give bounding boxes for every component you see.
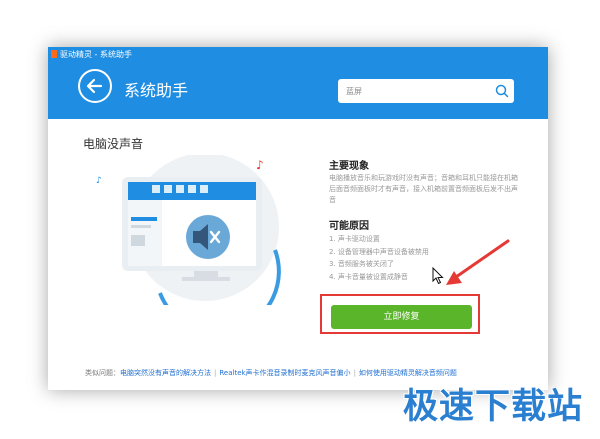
phenomenon-text: 电脑播放音乐和玩游戏时没有声音；音箱和耳机只能接在机箱后面音频面板时才有声音，接… <box>329 174 518 204</box>
link-separator: | <box>214 369 217 377</box>
app-logo-icon <box>51 50 57 58</box>
list-item: 3. 音频服务被关闭了 <box>329 260 394 268</box>
title-bar: 驱动精灵 - 系统助手 <box>51 49 132 60</box>
causes-heading: 可能原因 <box>329 221 369 232</box>
annotation-arrow-icon <box>446 239 510 285</box>
list-item: 4. 声卡音量被设置成静音 <box>329 272 408 281</box>
related-link[interactable]: 电脑突然没有声音的解决方法 <box>120 369 211 377</box>
music-note-icon: ♪ <box>256 158 264 172</box>
arrow-left-icon <box>86 78 103 94</box>
music-note-icon: ♪ <box>96 176 102 186</box>
search-icon[interactable] <box>494 83 510 99</box>
fix-now-button[interactable]: 立即修复 <box>331 305 472 329</box>
phenomenon-heading: 主要现象 <box>329 161 369 172</box>
search-placeholder: 蓝屏 <box>346 87 362 96</box>
app-window: 驱动精灵 - 系统助手 系统助手 蓝屏 电脑没声音 ♪ ♪ 主要现象 电脑播放音… <box>48 47 548 390</box>
causes-list: 1. 声卡驱动设置 2. 设备管理器中声音设备被禁用 3. 音频服务被关闭了 4… <box>329 233 429 283</box>
related-issues: 类似问题：电脑突然没有声音的解决方法 | Realtek声卡作混音录制时麦克风声音偏… <box>85 368 457 378</box>
mouse-cursor-icon <box>432 267 444 285</box>
link-separator: | <box>353 369 356 377</box>
page-title: 系统助手 <box>124 81 189 100</box>
no-sound-illustration: ♪ ♪ <box>96 155 281 305</box>
back-button[interactable] <box>78 69 112 103</box>
window-title: 驱动精灵 - 系统助手 <box>60 50 132 59</box>
related-issues-label: 类似问题： <box>85 369 120 377</box>
related-link[interactable]: Realtek声卡作混音录制时麦克风声音偏小 <box>219 369 350 377</box>
search-input[interactable]: 蓝屏 <box>338 79 514 103</box>
site-watermark: 极速下载站 <box>403 387 584 427</box>
problem-title: 电脑没声音 <box>83 137 144 151</box>
header-bar: 驱动精灵 - 系统助手 系统助手 蓝屏 <box>48 47 548 119</box>
list-item: 2. 设备管理器中声音设备被禁用 <box>329 247 429 256</box>
list-item: 1. 声卡驱动设置 <box>329 235 380 243</box>
related-link[interactable]: 如何使用驱动精灵解决音频问题 <box>359 369 457 377</box>
